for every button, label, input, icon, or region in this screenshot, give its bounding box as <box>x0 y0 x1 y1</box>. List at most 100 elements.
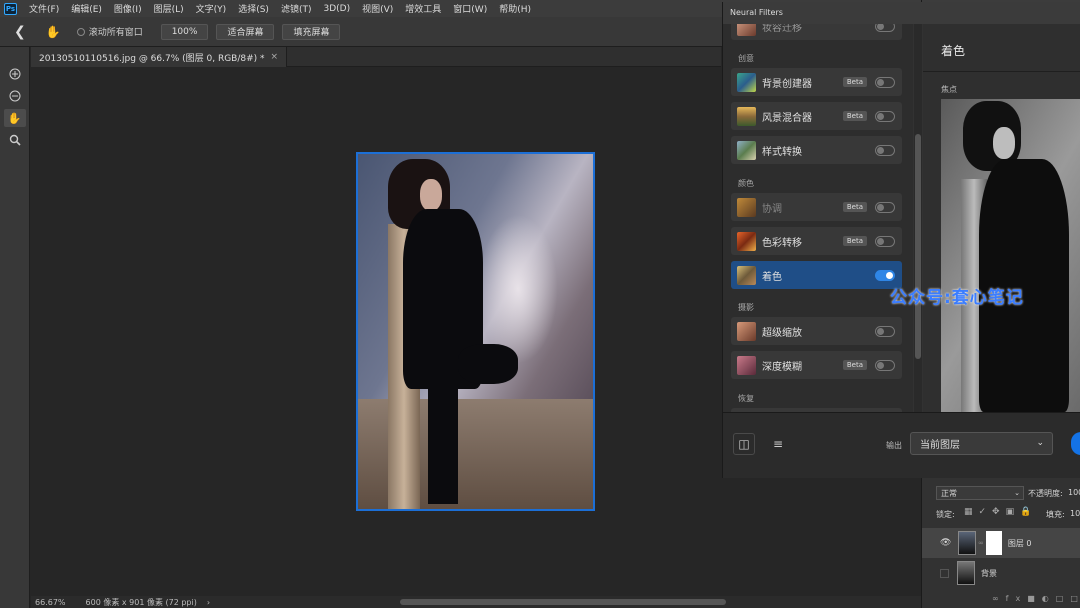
chevron-down-icon: ⌄ <box>1036 438 1044 448</box>
fill-value[interactable]: 10 <box>1070 509 1080 518</box>
eye-icon[interactable]: 👁 <box>940 538 952 548</box>
layer-mask-thumbnail[interactable] <box>985 531 1002 555</box>
menu-type[interactable]: 文字(Y) <box>190 2 233 15</box>
chevron-down-icon: ⌄ <box>1014 489 1020 497</box>
filter-row-super-zoom[interactable]: 超级缩放 <box>731 317 902 345</box>
photoshop-logo: Ps <box>4 2 17 15</box>
neural-filters-footer: ◫ ≡ 输出 当前图层 ⌄ <box>723 412 1080 478</box>
filter-toggle[interactable] <box>875 201 895 213</box>
beta-badge: Beta <box>842 111 867 121</box>
horizontal-scrollbar[interactable] <box>400 599 726 605</box>
menu-3d[interactable]: 3D(D) <box>317 4 356 14</box>
zoom-out-icon[interactable] <box>4 87 26 105</box>
menu-window[interactable]: 窗口(W) <box>447 2 493 15</box>
beta-badge: Beta <box>842 77 867 87</box>
layer-row[interactable]: 背景 <box>922 558 1080 588</box>
filter-row-harmonize[interactable]: 协调 Beta <box>731 193 902 221</box>
filter-toggle[interactable] <box>875 110 895 122</box>
filter-list-scrollbar[interactable] <box>914 24 922 412</box>
filter-toggle[interactable] <box>875 325 895 337</box>
menu-select[interactable]: 选择(S) <box>232 2 275 15</box>
layer-name[interactable]: 背景 <box>981 568 997 579</box>
scroll-all-windows-checkbox[interactable] <box>76 27 85 36</box>
filter-label: 着色 <box>762 271 782 283</box>
neural-filters-title: Neural Filters <box>723 2 1080 24</box>
filter-row-landscape-mixer[interactable]: 风景混合器 Beta <box>731 102 902 130</box>
category-color: 颜色 <box>738 179 754 188</box>
hand-tool-icon[interactable]: ✋ <box>3 109 26 127</box>
filter-row-colorize[interactable]: 着色 <box>731 261 902 289</box>
filter-label: 风景混合器 <box>762 112 812 124</box>
filter-label: 背景创建器 <box>762 78 812 90</box>
zoom-readout[interactable]: 66.67% <box>35 598 66 607</box>
filter-label: 深度模糊 <box>762 361 802 373</box>
layer-thumbnail <box>957 561 975 585</box>
chevron-left-icon[interactable]: ❮ <box>14 24 26 40</box>
zoom-in-icon[interactable] <box>4 65 26 83</box>
zoom-level-field[interactable]: 100% <box>160 23 209 40</box>
fill-screen-button[interactable]: 填充屏幕 <box>282 23 341 40</box>
link-icon: ∞ <box>978 539 984 547</box>
scroll-all-windows-label: 滚动所有窗口 <box>88 28 143 38</box>
menu-help[interactable]: 帮助(H) <box>493 2 537 15</box>
layer-thumbnail <box>958 531 976 555</box>
opacity-value[interactable]: 100 <box>1068 488 1080 497</box>
layers-panel: 正常 ⌄ 不透明度: 100 锁定: ▦✓✥▣🔒 填充: 10 👁 ∞ 图层 0… <box>922 478 1080 608</box>
options-bar: ❮ ✋ 滚动所有窗口 100% 适合屏幕 填充屏幕 <box>0 17 725 47</box>
menu-file[interactable]: 文件(F) <box>23 2 65 15</box>
filter-row-background-creator[interactable]: 背景创建器 Beta <box>731 68 902 96</box>
filter-label: 色彩转移 <box>762 237 802 249</box>
menu-view[interactable]: 视图(V) <box>356 2 399 15</box>
menu-layer[interactable]: 图层(L) <box>148 2 190 15</box>
lock-icons[interactable]: ▦✓✥▣🔒 <box>964 507 1037 517</box>
fit-screen-button[interactable]: 适合屏幕 <box>216 23 275 40</box>
filter-detail-pane: 着色 焦点 <box>923 24 1080 412</box>
beta-badge: Beta <box>842 360 867 370</box>
document-tab[interactable]: 20130510110516.jpg @ 66.7% (图层 0, RGB/8#… <box>31 47 288 67</box>
focus-label: 焦点 <box>941 85 957 94</box>
category-restore: 恢复 <box>738 394 754 403</box>
beta-badge: Beta <box>842 202 867 212</box>
colorize-thumb-icon <box>737 265 756 285</box>
filter-row-color-transfer[interactable]: 色彩转移 Beta <box>731 227 902 255</box>
filter-toggle[interactable] <box>875 24 895 32</box>
blend-mode-select[interactable]: 正常 ⌄ <box>936 486 1024 500</box>
filter-row-makeup[interactable]: 妆容迁移 <box>731 24 902 40</box>
focus-preview-image[interactable] <box>941 99 1080 412</box>
filter-toggle[interactable] <box>875 76 895 88</box>
filter-toggle[interactable] <box>875 144 895 156</box>
menu-edit[interactable]: 编辑(E) <box>65 2 108 15</box>
scrollbar-thumb[interactable] <box>915 134 921 359</box>
filter-row-depth-blur[interactable]: 深度模糊 Beta <box>731 351 902 379</box>
filter-row-style-transfer[interactable]: 样式转换 <box>731 136 902 164</box>
magnifier-icon[interactable] <box>4 131 26 149</box>
menu-plugins[interactable]: 增效工具 <box>399 2 447 15</box>
compare-icon[interactable]: ◫ <box>733 433 755 455</box>
canvas-image[interactable] <box>356 152 595 511</box>
detail-title: 着色 <box>941 44 966 58</box>
category-photography: 摄影 <box>738 303 754 312</box>
output-select[interactable]: 当前图层 ⌄ <box>910 432 1053 455</box>
close-icon[interactable]: × <box>271 52 279 62</box>
ok-button[interactable] <box>1071 432 1080 455</box>
status-arrow[interactable]: › <box>207 598 210 607</box>
menu-filter[interactable]: 滤镜(T) <box>275 2 318 15</box>
output-value: 当前图层 <box>920 440 960 451</box>
fill-label: 填充: <box>1046 510 1065 519</box>
harmonize-thumb-icon <box>737 197 756 217</box>
layer-row[interactable]: 👁 ∞ 图层 0 <box>922 528 1080 558</box>
filter-toggle-on[interactable] <box>875 269 895 281</box>
document-info: 600 像素 x 901 像素 (72 ppi) <box>85 597 197 607</box>
visibility-box[interactable] <box>940 568 949 578</box>
filter-toggle[interactable] <box>875 359 895 371</box>
layers-footer-icons[interactable]: ∞fx■◐□□ <box>992 594 1080 603</box>
filter-toggle[interactable] <box>875 235 895 247</box>
figure-knee <box>458 344 518 384</box>
menu-image[interactable]: 图像(I) <box>108 2 148 15</box>
category-creative: 创意 <box>738 54 754 63</box>
blend-mode-value: 正常 <box>941 488 957 498</box>
layer-name[interactable]: 图层 0 <box>1008 538 1032 549</box>
layers-preview-icon[interactable]: ≡ <box>767 433 789 455</box>
opacity-label: 不透明度: <box>1028 489 1063 498</box>
beta-badge: Beta <box>842 236 867 246</box>
